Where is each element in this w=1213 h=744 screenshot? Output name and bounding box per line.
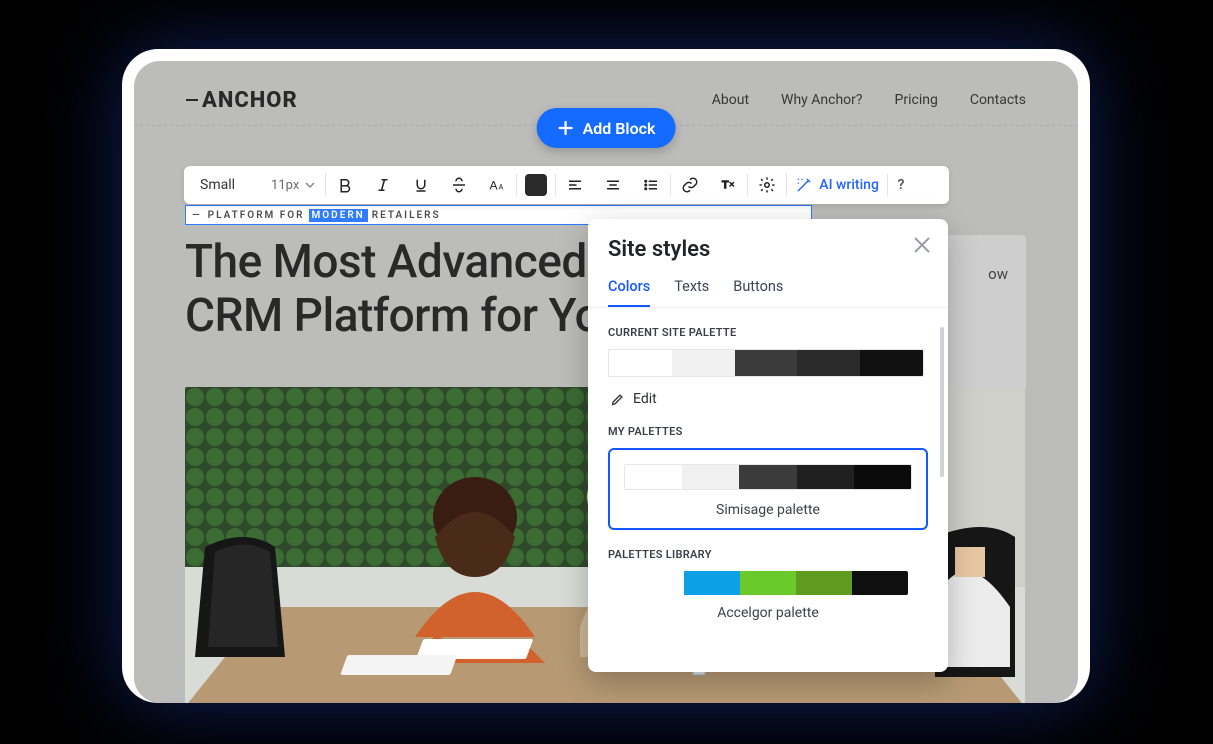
nav-why[interactable]: Why Anchor?: [781, 92, 862, 108]
text-part2: RETAILERS: [372, 210, 441, 221]
edit-palette-button[interactable]: Edit: [608, 377, 928, 425]
library-palette-name: Accelgor palette: [608, 605, 928, 621]
close-icon: [912, 235, 932, 255]
ai-writing-label: AI writing: [819, 177, 879, 193]
palette-swatch: [735, 350, 798, 376]
link-button[interactable]: [671, 166, 709, 204]
page-headline[interactable]: The Most Advanced CRM Platform for You: [185, 235, 625, 344]
site-logo: ANCHOR: [186, 88, 298, 113]
list-button[interactable]: [632, 166, 670, 204]
text-style-select[interactable]: Small 11px: [190, 166, 325, 204]
section-palette-library: PALETTES LIBRARY: [608, 548, 928, 561]
nav-about[interactable]: About: [712, 92, 749, 108]
section-current-palette: CURRENT SITE PALETTE: [608, 326, 928, 339]
palette-swatch: [628, 571, 684, 595]
svg-text:A: A: [490, 179, 498, 193]
svg-text:A: A: [499, 183, 504, 192]
my-palette-card[interactable]: Simisage palette: [608, 448, 928, 530]
text-part1: PLATFORM FOR: [208, 210, 305, 221]
ai-writing-button[interactable]: AI writing: [787, 176, 887, 194]
add-block-button[interactable]: Add Block: [537, 108, 676, 148]
scrollbar-thumb[interactable]: [940, 327, 944, 477]
palette-swatch: [672, 350, 735, 376]
underline-button[interactable]: [402, 166, 440, 204]
edit-label: Edit: [633, 391, 657, 407]
text-highlight: MODERN: [309, 209, 368, 222]
plus-icon: [557, 119, 575, 137]
palette-swatch: [797, 350, 860, 376]
palette-swatch: [797, 465, 854, 489]
library-palette-card[interactable]: Accelgor palette: [608, 571, 928, 621]
palette-swatch: [852, 571, 908, 595]
site-styles-panel: Site styles Colors Texts Buttons CURRENT…: [588, 219, 948, 672]
text-toolbar: Small 11px AA T A: [184, 166, 949, 204]
italic-button[interactable]: [364, 166, 402, 204]
pencil-icon: [610, 392, 625, 407]
magic-wand-icon: [795, 176, 813, 194]
text-style-value: Small: [200, 177, 235, 193]
headline-line2: CRM Platform for You: [185, 289, 625, 343]
svg-text:T: T: [722, 179, 729, 191]
add-block-label: Add Block: [583, 119, 656, 138]
palette-swatch: [625, 465, 682, 489]
palette-swatch: [860, 350, 923, 376]
tab-buttons[interactable]: Buttons: [733, 278, 783, 307]
dash-icon: —: [192, 210, 202, 221]
my-palette-name: Simisage palette: [624, 502, 912, 518]
headline-line1: The Most Advanced: [185, 235, 625, 289]
canvas: ANCHOR About Why Anchor? Pricing Contact…: [134, 61, 1078, 703]
font-size-value: 11px: [271, 178, 315, 193]
logo-dash-icon: [186, 99, 198, 101]
text-size-button[interactable]: AA: [478, 166, 516, 204]
palette-swatch: [740, 571, 796, 595]
strikethrough-button[interactable]: [440, 166, 478, 204]
panel-scrollbar[interactable]: [940, 327, 944, 627]
settings-button[interactable]: [748, 166, 786, 204]
tab-texts[interactable]: Texts: [674, 278, 709, 307]
bold-button[interactable]: [326, 166, 364, 204]
palette-swatch: [684, 571, 740, 595]
palette-swatch: [682, 465, 739, 489]
align-left-button[interactable]: [556, 166, 594, 204]
library-palette: [628, 571, 908, 595]
panel-title: Site styles: [608, 237, 928, 262]
palette-swatch: [796, 571, 852, 595]
palette-swatch: [739, 465, 796, 489]
logo-text: ANCHOR: [202, 88, 298, 113]
section-my-palettes: MY PALETTES: [608, 425, 928, 438]
app-frame: ANCHOR About Why Anchor? Pricing Contact…: [122, 49, 1090, 703]
palette-swatch: [609, 350, 672, 376]
palette-swatch: [854, 465, 911, 489]
color-swatch-icon: [525, 174, 547, 196]
site-nav: About Why Anchor? Pricing Contacts: [712, 92, 1026, 108]
clear-format-button[interactable]: T: [709, 166, 747, 204]
chevron-down-icon: [305, 180, 315, 190]
panel-tabs: Colors Texts Buttons: [608, 278, 928, 307]
nav-contacts[interactable]: Contacts: [970, 92, 1026, 108]
nav-pricing[interactable]: Pricing: [895, 92, 938, 108]
current-palette[interactable]: [608, 349, 924, 377]
help-button[interactable]: ?: [888, 177, 914, 193]
text-color-button[interactable]: [517, 166, 555, 204]
close-button[interactable]: [912, 235, 932, 259]
align-center-button[interactable]: [594, 166, 632, 204]
my-palette: [624, 464, 912, 490]
cta-fragment: ow: [988, 265, 1008, 283]
tab-colors[interactable]: Colors: [608, 278, 650, 307]
